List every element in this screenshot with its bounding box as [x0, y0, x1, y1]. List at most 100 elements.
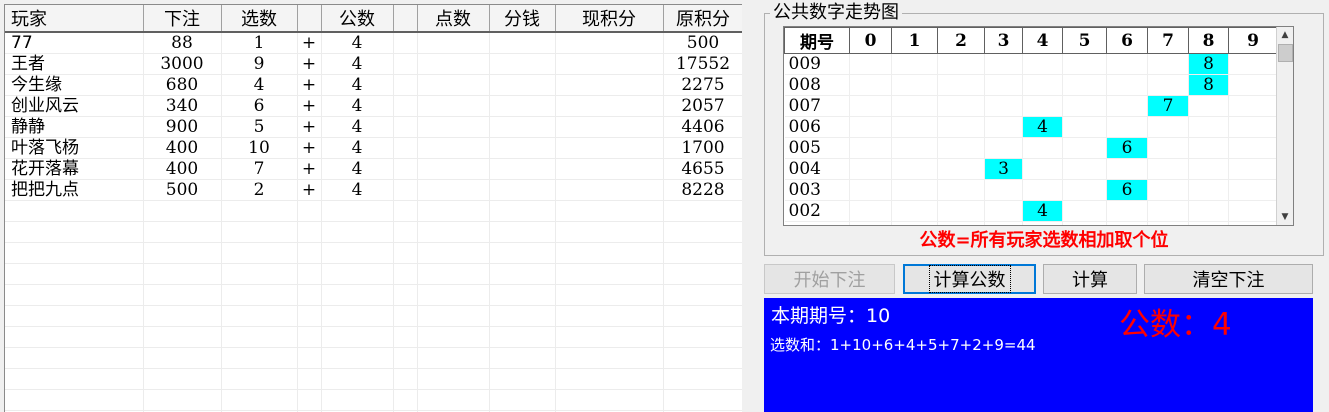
empty-cell[interactable] — [297, 200, 322, 222]
trend-empty-cell[interactable] — [1228, 74, 1278, 96]
header-points[interactable]: 点数 — [417, 5, 490, 33]
trend-hit-cell[interactable]: 6 — [1106, 137, 1148, 159]
empty-cell[interactable] — [555, 200, 664, 222]
empty-cell[interactable] — [297, 347, 322, 369]
share-cell[interactable] — [489, 95, 556, 117]
empty-cell[interactable] — [663, 284, 742, 306]
empty-cell[interactable] — [143, 221, 222, 243]
trend-empty-cell[interactable] — [937, 200, 985, 222]
trend-empty-cell[interactable] — [1188, 158, 1229, 180]
start-bet-button[interactable]: 开始下注 — [764, 264, 895, 294]
trend-empty-cell[interactable] — [1062, 116, 1107, 138]
trend-empty-cell[interactable] — [1022, 95, 1063, 117]
empty-cell[interactable] — [489, 389, 556, 411]
bet-amount-cell[interactable]: 3000 — [143, 53, 222, 75]
empty-cell[interactable] — [321, 305, 394, 327]
empty-cell[interactable] — [221, 347, 298, 369]
trend-hit-cell[interactable]: 8 — [1188, 74, 1229, 96]
blank-cell[interactable] — [393, 179, 418, 201]
trend-scrollbar[interactable]: ▲ ▼ — [1276, 27, 1293, 225]
pick-number-cell[interactable]: 6 — [221, 95, 298, 117]
trend-empty-cell[interactable] — [849, 179, 892, 201]
table-row[interactable]: 77 88 1 +4 500 — [5, 32, 742, 54]
empty-cell[interactable] — [5, 200, 144, 222]
empty-cell[interactable] — [663, 200, 742, 222]
blank-cell[interactable] — [393, 32, 418, 54]
trend-hit-cell[interactable]: 4 — [1022, 116, 1063, 138]
empty-cell[interactable] — [297, 221, 322, 243]
empty-cell[interactable] — [143, 242, 222, 264]
empty-row[interactable] — [5, 347, 742, 369]
trend-empty-cell[interactable] — [784, 221, 850, 225]
empty-cell[interactable] — [221, 221, 298, 243]
original-score-cell[interactable]: 2275 — [663, 74, 742, 96]
trend-hit-cell[interactable]: 4 — [1022, 200, 1063, 222]
empty-cell[interactable] — [663, 368, 742, 390]
empty-cell[interactable] — [5, 242, 144, 264]
empty-cell[interactable] — [321, 263, 394, 285]
operator-cell[interactable]: + — [297, 116, 322, 138]
trend-period-cell[interactable]: 004 — [784, 158, 850, 180]
trend-header-digit-6[interactable]: 6 — [1106, 27, 1148, 54]
share-cell[interactable] — [489, 158, 556, 180]
operator-cell[interactable]: + — [297, 74, 322, 96]
empty-cell[interactable] — [555, 305, 664, 327]
original-score-cell[interactable]: 1700 — [663, 137, 742, 159]
empty-cell[interactable] — [143, 200, 222, 222]
trend-empty-cell[interactable] — [1188, 200, 1229, 222]
trend-empty-cell[interactable] — [891, 116, 938, 138]
scroll-up-arrow-icon[interactable]: ▲ — [1277, 27, 1293, 43]
bet-amount-cell[interactable]: 400 — [143, 137, 222, 159]
share-cell[interactable] — [489, 137, 556, 159]
trend-empty-cell[interactable] — [1188, 179, 1229, 201]
pick-number-cell[interactable]: 4 — [221, 74, 298, 96]
empty-cell[interactable] — [393, 326, 418, 348]
trend-empty-cell[interactable] — [984, 116, 1023, 138]
trend-empty-cell[interactable] — [1228, 158, 1278, 180]
empty-cell[interactable] — [393, 221, 418, 243]
empty-cell[interactable] — [489, 242, 556, 264]
empty-cell[interactable] — [5, 221, 144, 243]
share-cell[interactable] — [489, 179, 556, 201]
trend-empty-cell[interactable] — [1022, 158, 1063, 180]
trend-row[interactable]: 006 4 — [784, 116, 1278, 138]
empty-cell[interactable] — [5, 347, 144, 369]
trend-empty-cell[interactable] — [891, 74, 938, 96]
trend-empty-cell[interactable] — [1062, 95, 1107, 117]
operator-cell[interactable]: + — [297, 179, 322, 201]
original-score-cell[interactable]: 8228 — [663, 179, 742, 201]
trend-period-cell[interactable]: 008 — [784, 74, 850, 96]
operator-cell[interactable]: + — [297, 32, 322, 54]
empty-cell[interactable] — [663, 326, 742, 348]
trend-empty-cell[interactable] — [937, 116, 985, 138]
scroll-down-arrow-icon[interactable]: ▼ — [1277, 209, 1293, 225]
empty-cell[interactable] — [489, 368, 556, 390]
trend-empty-cell[interactable] — [1228, 221, 1278, 225]
trend-header-digit-9[interactable]: 9 — [1228, 27, 1278, 54]
trend-header-digit-2[interactable]: 2 — [937, 27, 985, 54]
empty-cell[interactable] — [663, 305, 742, 327]
empty-cell[interactable] — [555, 263, 664, 285]
empty-cell[interactable] — [5, 305, 144, 327]
empty-cell[interactable] — [489, 305, 556, 327]
current-score-cell[interactable] — [555, 116, 664, 138]
trend-empty-cell[interactable] — [1188, 221, 1229, 225]
trend-empty-cell[interactable] — [1062, 74, 1107, 96]
empty-cell[interactable] — [555, 284, 664, 306]
trend-row[interactable]: 007 7 — [784, 95, 1278, 117]
share-cell[interactable] — [489, 53, 556, 75]
empty-cell[interactable] — [663, 221, 742, 243]
trend-empty-cell[interactable] — [891, 179, 938, 201]
trend-period-cell[interactable]: 009 — [784, 53, 850, 75]
empty-cell[interactable] — [555, 389, 664, 411]
pick-number-cell[interactable]: 10 — [221, 137, 298, 159]
common-number-cell[interactable]: 4 — [321, 137, 394, 159]
trend-empty-cell[interactable] — [937, 74, 985, 96]
empty-cell[interactable] — [143, 284, 222, 306]
empty-cell[interactable] — [221, 263, 298, 285]
trend-empty-cell[interactable] — [1228, 95, 1278, 117]
empty-cell[interactable] — [555, 347, 664, 369]
common-number-cell[interactable]: 4 — [321, 116, 394, 138]
share-cell[interactable] — [489, 32, 556, 54]
empty-cell[interactable] — [143, 326, 222, 348]
